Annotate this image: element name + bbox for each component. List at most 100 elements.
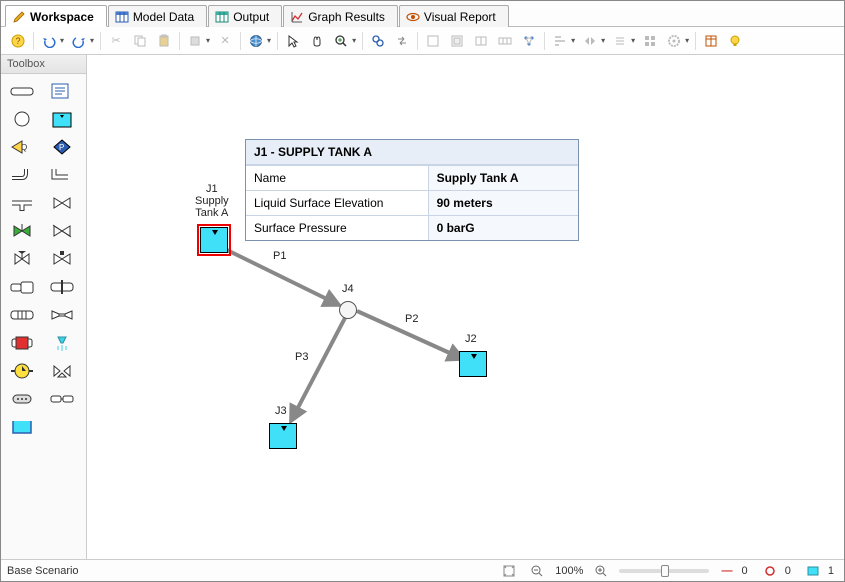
globe-icon[interactable] <box>245 30 267 52</box>
info-label: Name <box>246 166 429 190</box>
zoom-level: 100% <box>555 565 583 577</box>
svg-text:Q: Q <box>21 143 27 152</box>
tool-control-valve[interactable] <box>45 246 79 272</box>
tool-assigned-flow[interactable]: Q <box>5 134 39 160</box>
tool-annotation[interactable] <box>45 78 79 104</box>
flip-icon[interactable] <box>579 30 601 52</box>
tool-screen[interactable] <box>5 302 39 328</box>
dropdown-icon[interactable]: ▾ <box>571 36 577 45</box>
pointer-icon[interactable] <box>282 30 304 52</box>
tab-graph-results[interactable]: Graph Results <box>283 5 398 27</box>
dropdown-icon[interactable]: ▾ <box>206 36 212 45</box>
paste-icon[interactable] <box>153 30 175 52</box>
node-j3-tank[interactable] <box>269 423 297 449</box>
tab-model-data[interactable]: Model Data <box>108 5 207 27</box>
toolbox-title: Toolbox <box>1 55 86 74</box>
list-icon[interactable] <box>609 30 631 52</box>
tab-workspace[interactable]: Workspace <box>5 5 107 27</box>
grid-icon[interactable] <box>639 30 661 52</box>
status-tank-count: 1 <box>803 565 838 577</box>
toolbar: ? ▾ ▾ ✂ ▾ ✕ ▾ ▾ ▾ ▾ ▾ ▾ <box>1 27 844 55</box>
tool-reservoir[interactable] <box>45 106 79 132</box>
toolbox-grid: Q P <box>1 74 86 444</box>
tool-relief-valve[interactable] <box>5 246 39 272</box>
tool-valve-closed[interactable] <box>45 218 79 244</box>
dropdown-icon[interactable]: ▾ <box>267 36 273 45</box>
box-icon[interactable] <box>422 30 444 52</box>
zoom-in-button[interactable] <box>591 565 611 577</box>
table-icon[interactable] <box>700 30 722 52</box>
dropdown-icon[interactable]: ▾ <box>60 36 66 45</box>
align-icon[interactable] <box>549 30 571 52</box>
info-row: Surface Pressure 0 barG <box>246 215 578 240</box>
tool-general[interactable] <box>5 386 39 412</box>
swap-icon[interactable] <box>391 30 413 52</box>
cut-icon[interactable]: ✂ <box>105 30 127 52</box>
grid-icon <box>115 10 129 24</box>
copy-icon[interactable] <box>129 30 151 52</box>
tool-assigned-pressure[interactable]: P <box>45 134 79 160</box>
status-junction-count: 0 <box>760 565 795 577</box>
tool-spray[interactable] <box>45 330 79 356</box>
delete-icon[interactable] <box>184 30 206 52</box>
pipe-label-p1: P1 <box>273 250 286 262</box>
node-j1-tank[interactable] <box>200 227 228 253</box>
dropdown-icon[interactable]: ▾ <box>631 36 637 45</box>
box-icon[interactable] <box>446 30 468 52</box>
tool-check-valve[interactable] <box>5 218 39 244</box>
main-area: Toolbox Q P <box>1 55 844 559</box>
dropdown-icon[interactable]: ▾ <box>352 36 358 45</box>
help-icon[interactable]: ? <box>7 30 29 52</box>
tab-label: Visual Report <box>424 10 496 24</box>
tool-junction[interactable] <box>5 106 39 132</box>
tool-open-tank[interactable] <box>5 414 39 440</box>
info-value: Supply Tank A <box>429 166 578 190</box>
status-bar: Base Scenario 100% — 0 0 1 <box>1 559 844 581</box>
close-icon[interactable]: ✕ <box>214 30 236 52</box>
tool-bend[interactable] <box>5 162 39 188</box>
tool-elbow[interactable] <box>45 162 79 188</box>
dropdown-icon[interactable]: ▾ <box>601 36 607 45</box>
tool-orifice[interactable] <box>45 274 79 300</box>
zoom-icon[interactable] <box>330 30 352 52</box>
tool-heat-exchanger[interactable] <box>5 330 39 356</box>
tab-output[interactable]: Output <box>208 5 282 27</box>
pipe-p3[interactable] <box>291 318 345 421</box>
tool-pump[interactable] <box>5 358 39 384</box>
node-label-j3: J3 <box>275 405 287 417</box>
eye-icon <box>406 10 420 24</box>
tool-area-change[interactable] <box>5 274 39 300</box>
pipe-label-p3: P3 <box>295 351 308 363</box>
node-j2-tank[interactable] <box>459 351 487 377</box>
tab-visual-report[interactable]: Visual Report <box>399 5 509 27</box>
node-label-j1: J1 Supply Tank A <box>195 183 229 219</box>
node-info-tooltip: J1 - SUPPLY TANK A Name Supply Tank A Li… <box>245 139 579 241</box>
info-row: Liquid Surface Elevation 90 meters <box>246 190 578 215</box>
lightbulb-icon[interactable] <box>724 30 746 52</box>
tool-3way-valve[interactable] <box>45 358 79 384</box>
zoom-out-button[interactable] <box>527 565 547 577</box>
node-label-j4: J4 <box>342 283 354 295</box>
undo-icon[interactable] <box>38 30 60 52</box>
tool-tee[interactable] <box>5 190 39 216</box>
box-icon[interactable] <box>470 30 492 52</box>
node-j4-junction[interactable] <box>339 301 357 319</box>
fit-view-button[interactable] <box>499 565 519 577</box>
info-value: 0 barG <box>429 216 578 240</box>
zoom-slider[interactable] <box>619 569 709 573</box>
tool-connector[interactable] <box>45 386 79 412</box>
gear-icon[interactable] <box>663 30 685 52</box>
redo-icon[interactable] <box>68 30 90 52</box>
info-row: Name Supply Tank A <box>246 165 578 190</box>
box-icon[interactable] <box>494 30 516 52</box>
chart-icon <box>290 10 304 24</box>
dropdown-icon[interactable]: ▾ <box>90 36 96 45</box>
node-icon[interactable] <box>518 30 540 52</box>
hand-icon[interactable] <box>306 30 328 52</box>
tool-valve[interactable] <box>45 190 79 216</box>
tool-venturi[interactable] <box>45 302 79 328</box>
dropdown-icon[interactable]: ▾ <box>685 36 691 45</box>
workspace-canvas[interactable]: J1 Supply Tank A J4 J2 J3 P1 P2 P3 J1 - … <box>87 55 844 559</box>
find-icon[interactable] <box>367 30 389 52</box>
tool-pipe[interactable] <box>5 78 39 104</box>
